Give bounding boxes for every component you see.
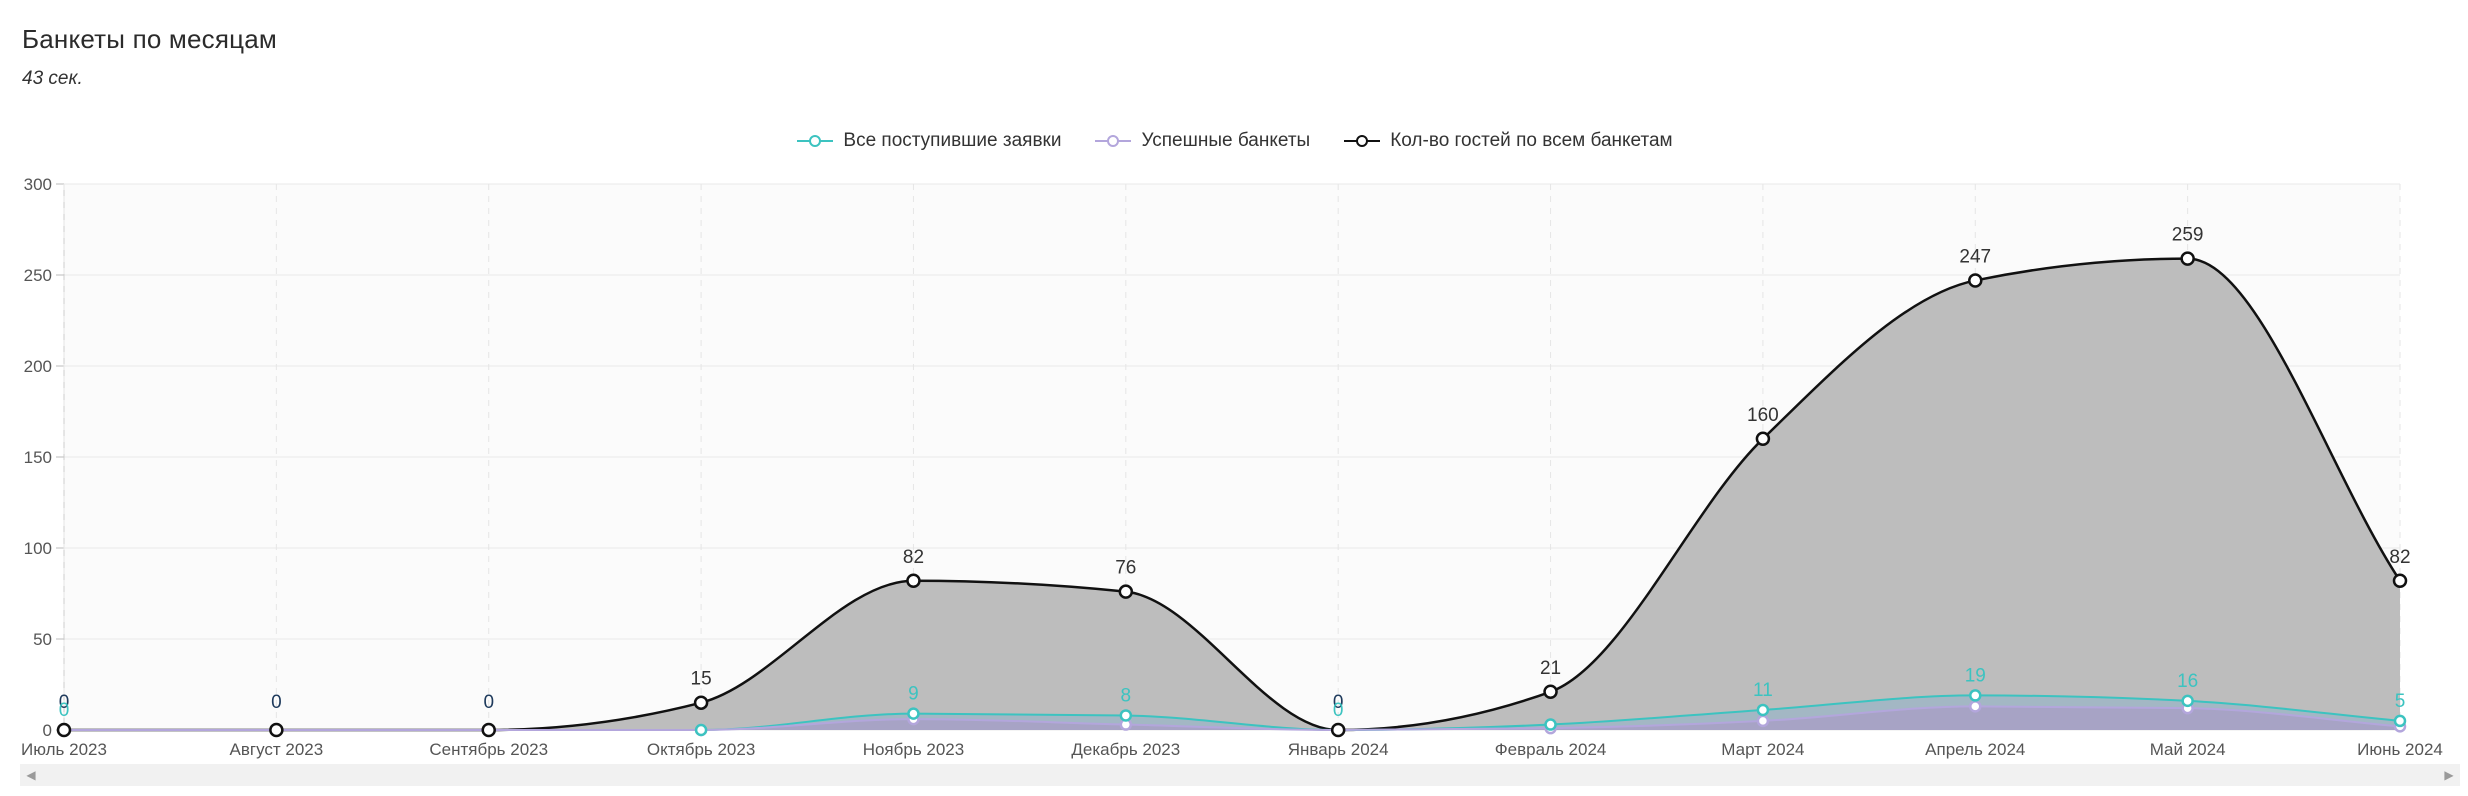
point-requests [907, 707, 920, 720]
y-tick-label: 300 [24, 175, 52, 194]
point-guests [1330, 722, 1346, 738]
x-tick-label: Апрель 2024 [1925, 740, 2025, 759]
data-label-guests: 82 [2389, 547, 2410, 568]
legend-item-guests[interactable]: Кол-во гостей по всем банкетам [1342, 130, 1673, 152]
x-tick-label: Август 2023 [230, 740, 324, 759]
point-requests [1756, 703, 1770, 717]
data-label-requests: 8 [1121, 685, 1132, 706]
data-label-guests: 21 [1540, 658, 1561, 679]
data-label-guests: 82 [903, 547, 924, 568]
legend-line-circle-icon [1095, 135, 1132, 147]
data-label-requests: 0 [59, 700, 70, 721]
arrow-left-icon[interactable]: ◀ [20, 764, 42, 786]
point-guests [693, 695, 709, 710]
data-label-guests: 15 [691, 669, 712, 690]
legend-label-requests: Все поступившие заявки [843, 130, 1062, 151]
y-tick-label: 250 [24, 266, 52, 285]
x-tick-label: Февраль 2024 [1495, 740, 1607, 759]
y-tick-label: 50 [33, 630, 52, 649]
point-guests [56, 722, 72, 738]
x-tick-label: Октябрь 2023 [647, 740, 755, 759]
legend-line-circle-icon [1344, 135, 1381, 147]
point-requests [1119, 709, 1133, 722]
point-guests [269, 722, 284, 738]
x-tick-label: Сентябрь 2023 [429, 740, 548, 759]
data-label-guests: 76 [1115, 558, 1136, 579]
data-label-guests: 259 [2172, 225, 2204, 246]
data-label-guests: 0 [271, 692, 282, 713]
point-guests [1968, 273, 1983, 288]
point-requests [694, 723, 708, 737]
point-requests [2181, 694, 2194, 708]
x-tick-label: Июнь 2024 [2357, 740, 2443, 759]
data-label-requests: 9 [908, 684, 919, 705]
widget-subtitle: 43 сек. [22, 68, 83, 89]
point-requests [1544, 718, 1557, 731]
x-tick-label: Декабрь 2023 [1071, 740, 1180, 759]
chart-legend: Все поступившие заявки Успешные банкеты … [0, 130, 2468, 152]
x-tick-label: Январь 2024 [1288, 740, 1389, 759]
point-guests [906, 573, 921, 589]
point-guests [2392, 573, 2408, 589]
point-success [1969, 700, 1982, 713]
point-guests [1543, 684, 1558, 700]
x-tick-label: Июль 2023 [21, 740, 107, 759]
data-label-requests: 11 [1753, 680, 1773, 701]
data-label-requests: 5 [2395, 691, 2406, 712]
chart-canvas: 300250200150100500 Июль 2023 Август 2023 С… [21, 175, 2443, 759]
data-label-requests: 0 [1333, 700, 1344, 721]
point-guests [1755, 431, 1771, 447]
y-tick-label: 100 [24, 539, 52, 558]
y-tick-label: 0 [43, 721, 52, 740]
point-guests [1118, 584, 1134, 599]
legend-label-guests: Кол-во гостей по всем банкетам [1390, 130, 1673, 151]
y-tick-label: 200 [24, 357, 52, 376]
data-label-requests: 19 [1965, 665, 1986, 686]
point-success [1756, 714, 1770, 728]
data-label-requests: 16 [2177, 671, 2198, 692]
legend-line-circle-icon [797, 135, 834, 147]
legend-label-success: Успешные банкеты [1141, 130, 1311, 151]
y-tick-label: 150 [24, 448, 52, 467]
point-requests [1969, 689, 1982, 702]
point-requests [2393, 714, 2407, 728]
x-tick-label: Март 2024 [1721, 740, 1804, 759]
data-label-guests: 0 [483, 692, 494, 713]
data-label-guests: 247 [1959, 246, 1991, 267]
arrow-right-icon[interactable]: ▶ [2438, 764, 2460, 786]
banquets-widget: 300 250 200 150 100 50 0 Июль 2023 Август 2023 С… [0, 0, 2468, 796]
point-guests [2180, 251, 2195, 266]
x-tick-label: Ноябрь 2023 [863, 740, 965, 759]
chart-scrollbar[interactable]: ◀ ▶ [20, 764, 2460, 786]
widget-title: Банкеты по месяцам [22, 24, 277, 54]
data-label-guests: 160 [1747, 405, 1779, 426]
legend-item-success[interactable]: Успешные банкеты [1093, 130, 1310, 152]
x-tick-label: Май 2024 [2150, 740, 2226, 759]
legend-item-requests[interactable]: Все поступившие заявки [795, 130, 1061, 152]
point-guests [481, 722, 496, 738]
